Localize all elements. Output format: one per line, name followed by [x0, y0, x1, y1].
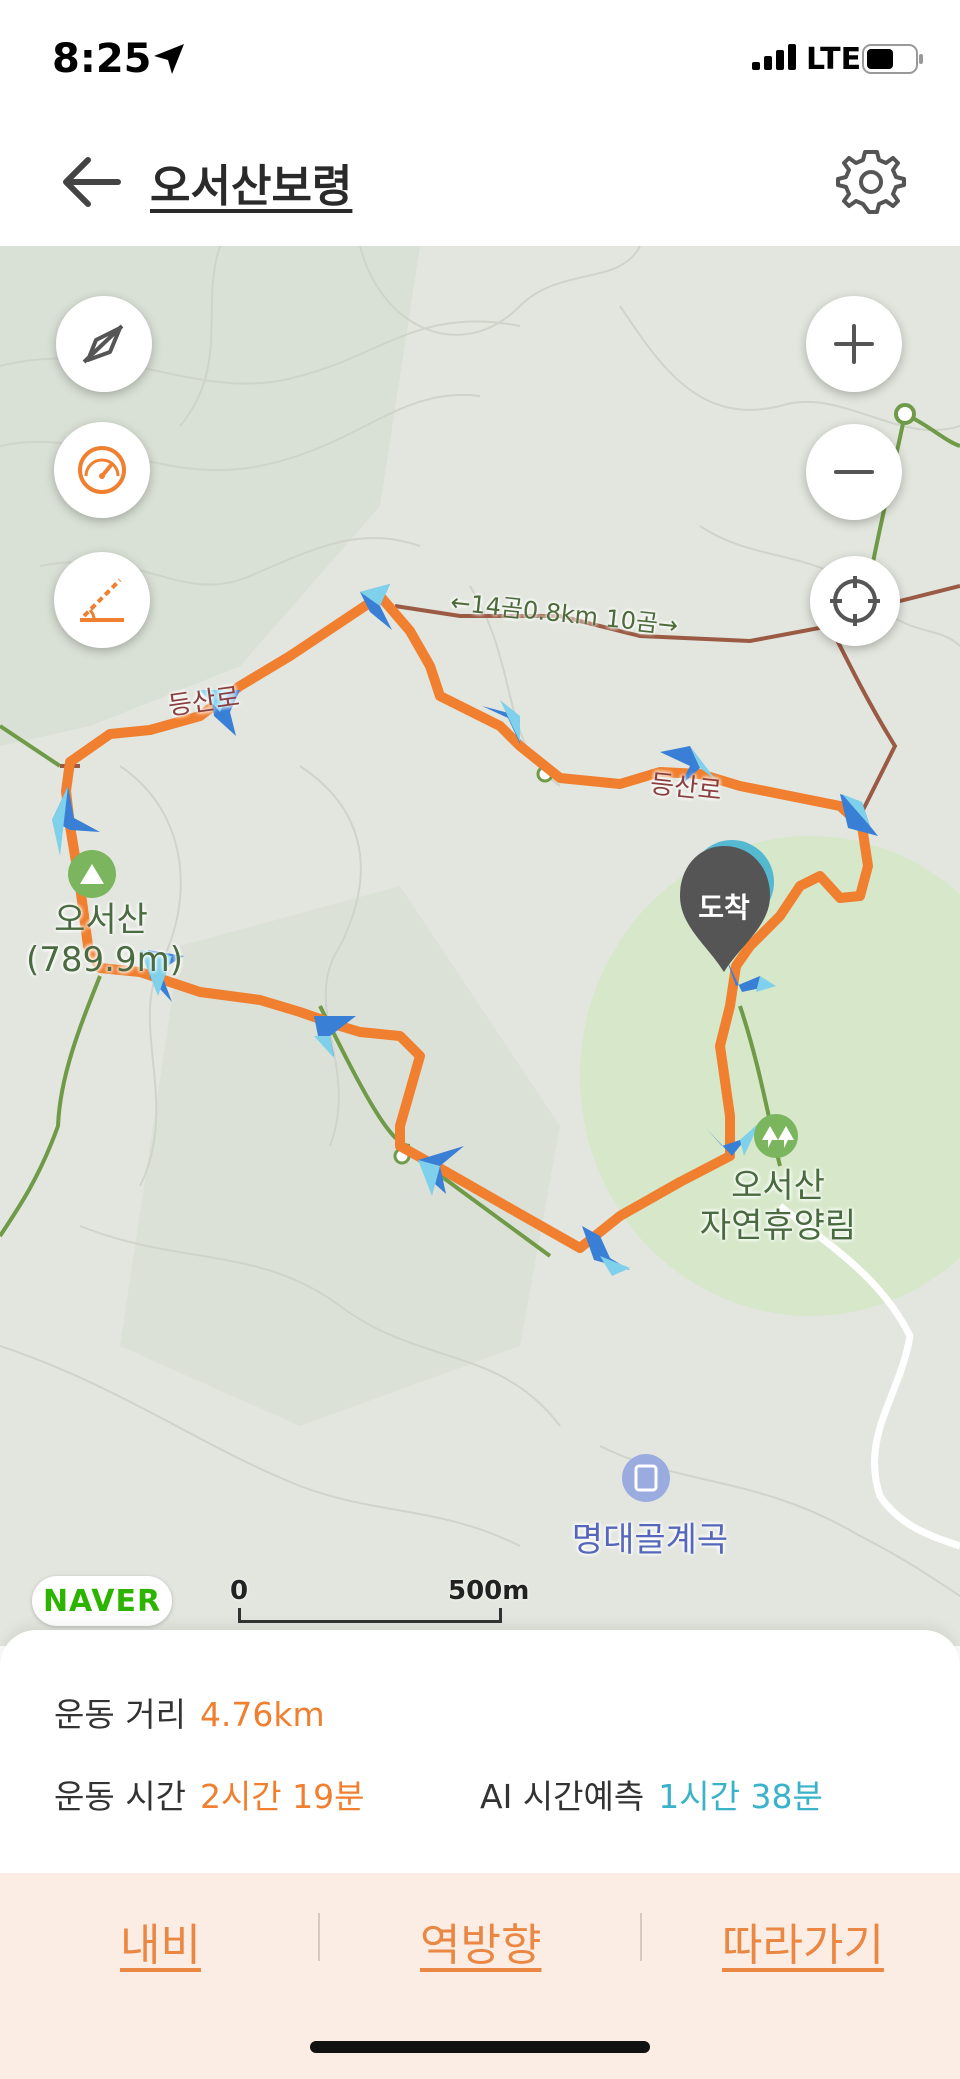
arrival-marker-label: 도착 [698, 891, 750, 924]
stats-panel: 운동 거리 4.76km 운동 시간 2시간 19분 AI 시간예측 1시간 38분 [0, 1630, 960, 1875]
time-value: 2시간 19분 [199, 1777, 365, 1816]
divider [318, 1913, 320, 1961]
page-title: 오서산보령 [150, 161, 353, 212]
peak-label: 오서산 (789.9m) [26, 900, 183, 980]
action-bar: 내비 역방향 따라가기 [0, 1873, 960, 2079]
slope-icon [80, 578, 124, 622]
scale-bar [238, 1608, 502, 1623]
zoom-out-button[interactable] [806, 424, 902, 520]
crosshair-icon [830, 576, 880, 626]
map-view[interactable]: 오서산 (789.9m) 오서산 자연휴양림 명대골계곡 ←14곰0.8km 1… [0, 246, 960, 1646]
location-arrow-icon [154, 44, 184, 74]
time-stat: 운동 시간 2시간 19분 [54, 1770, 365, 1818]
follow-button[interactable]: 따라가기 [722, 1909, 884, 1973]
compass-off-icon [82, 324, 124, 364]
home-indicator[interactable] [310, 2041, 650, 2053]
distance-stat: 운동 거리 4.76km [54, 1688, 325, 1736]
current-location-button[interactable] [810, 556, 900, 646]
speedometer-icon [78, 446, 126, 494]
scale-end: 500m [448, 1576, 530, 1606]
status-bar: 8:25 LTE [0, 0, 960, 120]
speedometer-button[interactable] [54, 422, 150, 518]
ai-estimate-value: 1시간 38분 [658, 1777, 823, 1816]
reverse-button[interactable]: 역방향 [420, 1909, 541, 1973]
zoom-in-button[interactable] [806, 296, 902, 392]
back-arrow-icon[interactable] [58, 152, 122, 212]
elevation-button[interactable] [54, 552, 150, 648]
scale-start: 0 [230, 1576, 249, 1606]
forest-label: 오서산 자연휴양림 [699, 1166, 857, 1246]
gear-icon[interactable] [836, 146, 906, 216]
signal-icon [752, 44, 796, 70]
distance-value: 4.76km [199, 1695, 325, 1734]
distance-label: 운동 거리 [54, 1695, 186, 1734]
navi-button[interactable]: 내비 [120, 1909, 201, 1973]
battery-icon [862, 44, 923, 74]
plus-icon [834, 324, 874, 364]
status-time: 8:25 [52, 36, 152, 82]
rotation-off-button[interactable] [56, 296, 152, 392]
minus-icon [834, 470, 874, 474]
ai-estimate-stat: AI 시간예측 1시간 38분 [480, 1770, 823, 1818]
time-label: 운동 시간 [54, 1777, 186, 1816]
app-header: 오서산보령 [0, 120, 960, 246]
trail-label-right: 등산로 [648, 769, 724, 807]
ai-estimate-label: AI 시간예측 [480, 1777, 645, 1816]
naver-logo: NAVER [32, 1576, 172, 1626]
network-type: LTE [806, 42, 862, 77]
divider [640, 1913, 642, 1961]
valley-label: 명대골계곡 [571, 1520, 729, 1560]
